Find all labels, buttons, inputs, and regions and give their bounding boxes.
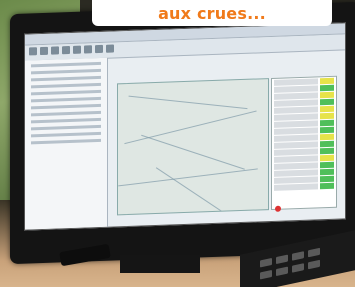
toolbar-icon [62, 46, 70, 55]
toolbar-icon [95, 44, 103, 54]
layer-item [31, 82, 101, 89]
layer-item [31, 61, 101, 68]
toolbar-icon [29, 47, 37, 56]
monitor-stand [120, 255, 200, 273]
layer-item [31, 110, 101, 117]
layers-panel [25, 57, 108, 230]
photo-scene: aux crues... [0, 0, 355, 287]
layer-item [31, 89, 101, 96]
layer-item [31, 138, 101, 145]
monitor-screen [24, 22, 346, 231]
computer-monitor [10, 1, 355, 265]
toolbar-icon [73, 45, 81, 54]
layer-item [31, 117, 101, 124]
caption-text: aux crues... [158, 3, 266, 23]
toolbar-icon [40, 46, 48, 56]
map-marker-icon [275, 205, 281, 212]
layer-item [31, 131, 101, 138]
attribute-table [271, 75, 337, 210]
layer-item [31, 96, 101, 103]
map-view [117, 78, 269, 216]
layer-item [31, 103, 101, 110]
layer-item [31, 68, 101, 75]
toolbar-icon [51, 46, 59, 55]
caption-banner: aux crues... [92, 0, 332, 26]
toolbar-icon [106, 44, 114, 53]
layer-item [31, 75, 101, 82]
toolbar-icon [84, 45, 92, 54]
layer-item [31, 124, 101, 131]
